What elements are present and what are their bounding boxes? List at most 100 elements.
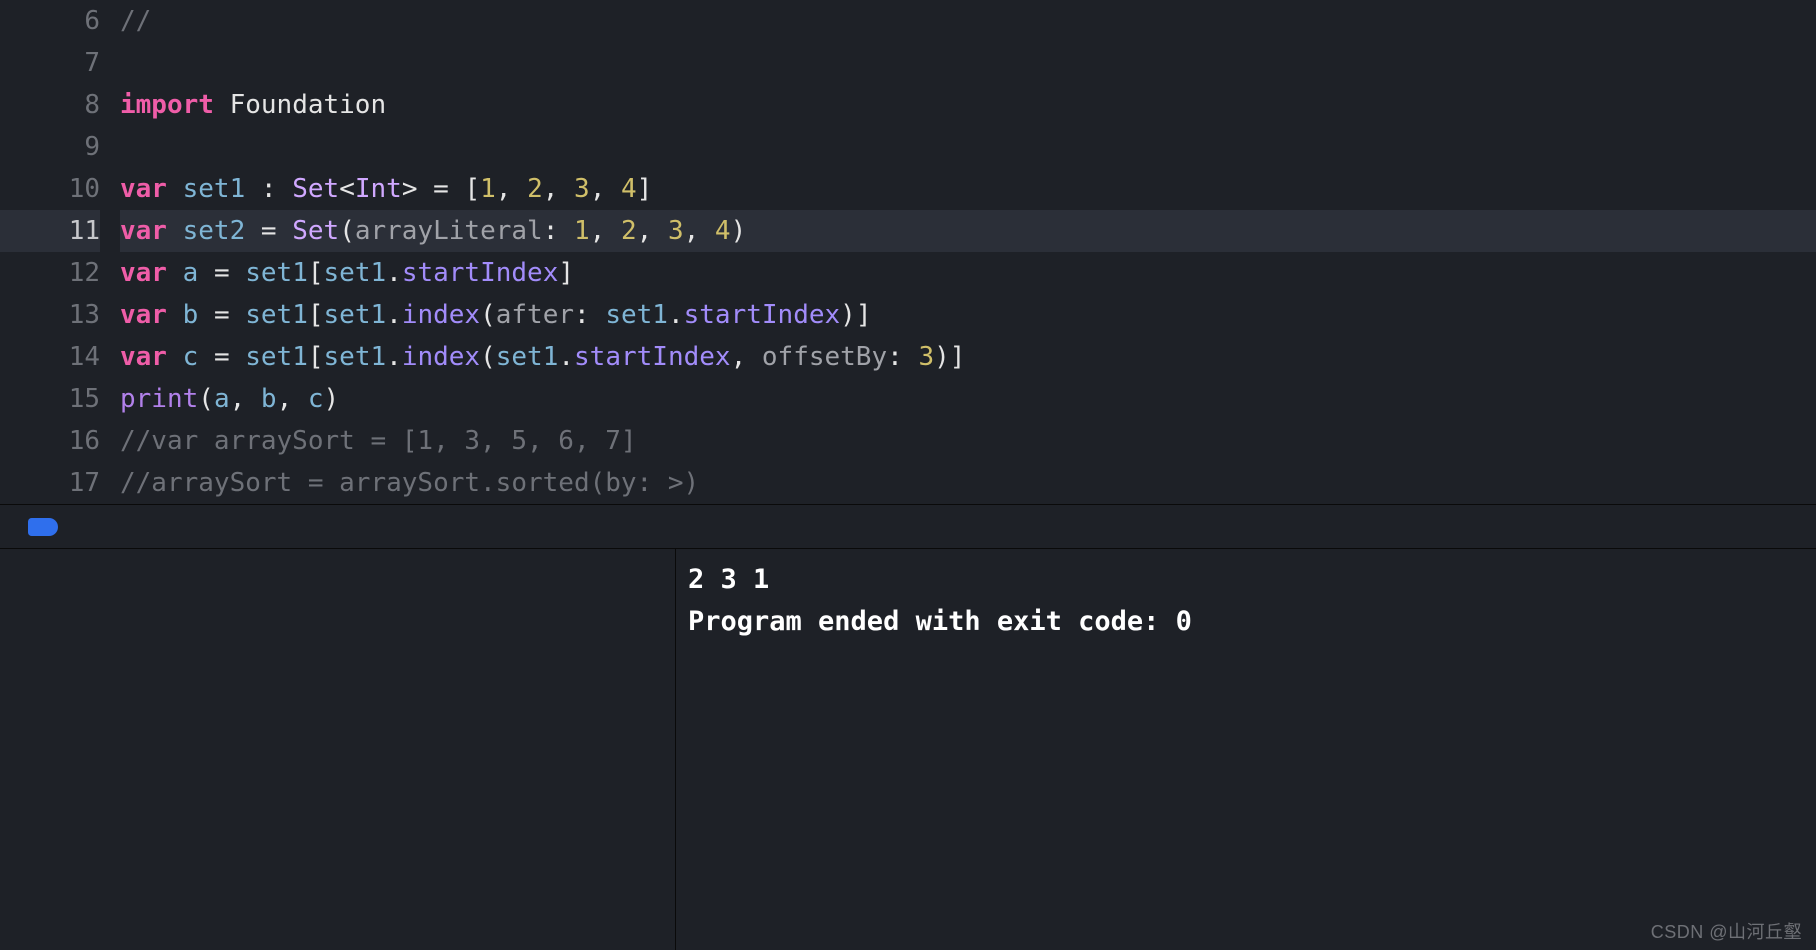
code-line[interactable]: import Foundation [120, 84, 1816, 126]
code-token: = [261, 216, 277, 246]
code-line[interactable]: // [120, 0, 1816, 42]
code-token: , [543, 174, 574, 204]
code-token [230, 300, 246, 330]
code-token: after [496, 300, 574, 330]
code-token: : [574, 300, 605, 330]
code-editor[interactable]: 67891011121314151617 //import Foundation… [0, 0, 1816, 505]
code-token: startIndex [574, 342, 731, 372]
line-number: 14 [0, 336, 100, 378]
code-token [417, 174, 433, 204]
code-token: c [183, 342, 199, 372]
line-number: 12 [0, 252, 100, 294]
code-line[interactable]: var set1 : Set<Int> = [1, 2, 3, 4] [120, 168, 1816, 210]
code-token: ) [324, 384, 340, 414]
code-token [167, 216, 183, 246]
code-token: , [590, 174, 621, 204]
code-token: , [637, 216, 668, 246]
code-token: = [433, 174, 449, 204]
code-line[interactable]: //arraySort = arraySort.sorted(by: >) [120, 462, 1816, 504]
breakpoint-marker-icon[interactable] [28, 518, 58, 536]
line-number: 6 [0, 0, 100, 42]
code-token: print [120, 384, 198, 414]
code-token: set2 [183, 216, 246, 246]
code-token: a [214, 384, 230, 414]
code-line[interactable] [120, 42, 1816, 84]
code-token: set1 [324, 342, 387, 372]
code-token [198, 258, 214, 288]
code-line[interactable]: print(a, b, c) [120, 378, 1816, 420]
code-token [167, 258, 183, 288]
line-number: 11 [0, 210, 100, 252]
code-token: 2 [621, 216, 637, 246]
code-token: startIndex [402, 258, 559, 288]
code-line[interactable]: var c = set1[set1.index(set1.startIndex,… [120, 336, 1816, 378]
code-token: . [558, 342, 574, 372]
code-token: 3 [668, 216, 684, 246]
code-token: = [214, 342, 230, 372]
code-token: 1 [574, 216, 590, 246]
line-number-gutter: 67891011121314151617 [0, 0, 120, 504]
code-token [167, 174, 183, 204]
code-token: : [887, 342, 918, 372]
line-number: 7 [0, 42, 100, 84]
code-token: 1 [480, 174, 496, 204]
code-token: import [120, 90, 214, 120]
code-token: set1 [496, 342, 559, 372]
code-token: ( [480, 300, 496, 330]
code-token: , [496, 174, 527, 204]
code-area[interactable]: // import Foundation var set1 : Set<Int> =… [120, 0, 1816, 504]
code-line[interactable]: var a = set1[set1.startIndex] [120, 252, 1816, 294]
code-line[interactable] [120, 126, 1816, 168]
code-token: = [214, 300, 230, 330]
code-token: b [183, 300, 199, 330]
code-token: Foundation [230, 90, 387, 120]
code-token: Set [292, 216, 339, 246]
code-token: , [590, 216, 621, 246]
code-token: set1 [245, 258, 308, 288]
code-token: , [684, 216, 715, 246]
code-line[interactable]: var b = set1[set1.index(after: set1.star… [120, 294, 1816, 336]
line-number: 16 [0, 420, 100, 462]
code-token: , [731, 342, 762, 372]
code-token [277, 216, 293, 246]
code-token: 3 [574, 174, 590, 204]
code-token [167, 300, 183, 330]
code-token: 4 [621, 174, 637, 204]
code-token: set1 [605, 300, 668, 330]
code-token: offsetBy [762, 342, 887, 372]
code-token: set1 [245, 300, 308, 330]
code-token: ( [198, 384, 214, 414]
code-token: var [120, 258, 167, 288]
line-number: 13 [0, 294, 100, 336]
code-token: [ [308, 342, 324, 372]
code-token: var [120, 342, 167, 372]
code-token: //arraySort = arraySort.sorted(by: >) [120, 468, 699, 498]
code-token [230, 258, 246, 288]
code-token: , [277, 384, 308, 414]
code-token: [ [308, 300, 324, 330]
code-token: [ [308, 258, 324, 288]
breakpoint-strip[interactable] [0, 505, 1816, 549]
code-token: ] [637, 174, 653, 204]
code-token [449, 174, 465, 204]
line-number: 9 [0, 126, 100, 168]
code-token [167, 342, 183, 372]
variables-pane[interactable] [0, 549, 676, 950]
code-token: // [120, 6, 151, 36]
code-line[interactable]: var set2 = Set(arrayLiteral: 1, 2, 3, 4) [120, 210, 1816, 252]
code-token: var [120, 174, 167, 204]
code-token: Set [292, 174, 339, 204]
code-token: : [261, 174, 277, 204]
console-output[interactable]: 2 3 1 Program ended with exit code: 0 [676, 549, 1816, 950]
code-token: . [386, 258, 402, 288]
code-token: 4 [715, 216, 731, 246]
line-number: 17 [0, 462, 100, 504]
code-token: var [120, 300, 167, 330]
code-token: ] [856, 300, 872, 330]
code-line[interactable]: //var arraySort = [1, 3, 5, 6, 7] [120, 420, 1816, 462]
code-token [230, 342, 246, 372]
code-token: . [668, 300, 684, 330]
code-token: set1 [324, 258, 387, 288]
code-token: c [308, 384, 324, 414]
watermark-text: CSDN @山河丘壑 [1651, 918, 1802, 944]
